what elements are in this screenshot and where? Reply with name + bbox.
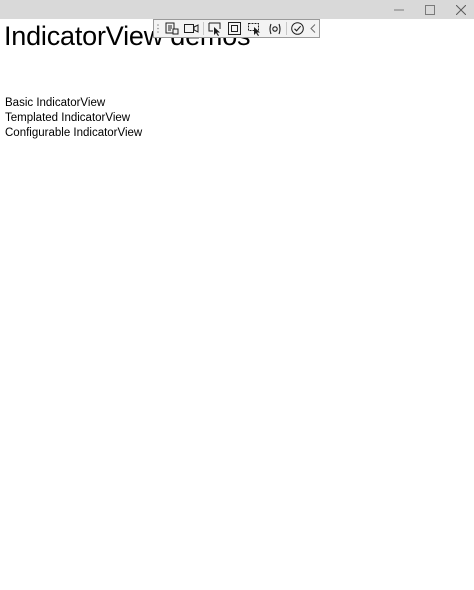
grip-icon: [157, 24, 159, 33]
binding-failures-icon: [269, 23, 281, 34]
maximize-button[interactable]: [415, 0, 445, 19]
minimize-button[interactable]: [384, 0, 414, 19]
collapse-toolbar-icon: [310, 24, 316, 33]
minimize-icon: [394, 9, 404, 10]
go-to-live-visual-tree-button[interactable]: [162, 20, 182, 37]
track-focus-button[interactable]: [245, 20, 265, 37]
xaml-debug-toolbar: [153, 19, 320, 38]
close-icon: [456, 4, 466, 15]
track-focus-icon: [248, 22, 261, 36]
record-button[interactable]: [182, 20, 202, 37]
binding-failures-button[interactable]: [265, 20, 285, 37]
toolbar-separator: [202, 22, 204, 35]
select-element-icon: [208, 22, 221, 36]
display-layout-adorners-button[interactable]: [225, 20, 245, 37]
maximize-icon: [425, 4, 435, 15]
toolbar-separator: [285, 22, 287, 35]
app-window: IndicatorView demos Basic IndicatorView …: [0, 0, 474, 590]
demo-item-configurable[interactable]: Configurable IndicatorView: [5, 126, 142, 141]
accessibility-check-button[interactable]: [288, 20, 308, 37]
toolbar-grip[interactable]: [154, 20, 162, 37]
go-to-live-visual-tree-icon: [165, 22, 179, 35]
display-layout-adorners-icon: [228, 22, 242, 35]
accessibility-check-icon: [291, 22, 304, 35]
close-button[interactable]: [446, 0, 474, 19]
demo-list: Basic IndicatorView Templated IndicatorV…: [5, 96, 142, 141]
demo-item-templated[interactable]: Templated IndicatorView: [5, 111, 142, 126]
record-icon: [184, 24, 199, 33]
title-bar[interactable]: [0, 0, 474, 19]
collapse-toolbar-button[interactable]: [308, 20, 319, 37]
demo-item-basic[interactable]: Basic IndicatorView: [5, 96, 142, 111]
select-element-button[interactable]: [205, 20, 225, 37]
